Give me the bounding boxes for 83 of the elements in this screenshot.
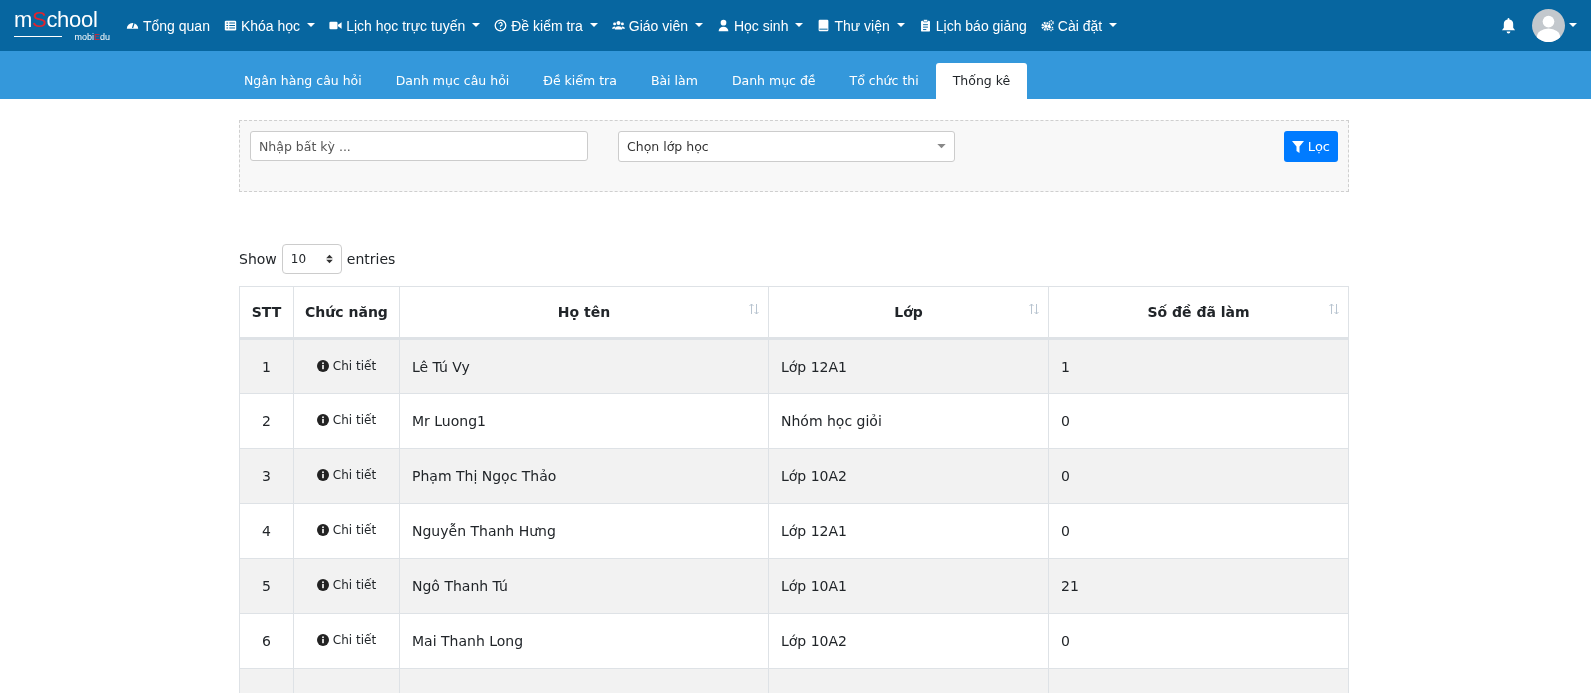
book-icon — [817, 19, 831, 32]
nav-menu-item[interactable]: Khóa học — [223, 17, 316, 34]
table-cell: 0 — [1048, 448, 1349, 504]
detail-link[interactable]: Chi tiết — [316, 523, 377, 537]
tab[interactable]: Ngân hàng câu hỏi — [227, 63, 379, 99]
sort-icon — [1028, 303, 1040, 315]
caret-icon[interactable] — [1569, 23, 1577, 28]
table-cell: 4 — [239, 503, 294, 559]
table-cell: 21 — [1048, 558, 1349, 614]
caret-icon — [1109, 23, 1118, 28]
table-cell: Nhóm học giỏi — [768, 393, 1049, 449]
bell-icon[interactable] — [1501, 17, 1516, 34]
nav-menu-item[interactable]: Cài đặt — [1040, 17, 1118, 34]
tab[interactable]: Bài làm — [633, 63, 715, 99]
filter-icon — [1291, 140, 1304, 153]
show-label: Show — [239, 251, 277, 267]
entries-label: entries — [346, 251, 396, 267]
nav-menu-item[interactable]: Học sinh — [716, 17, 804, 34]
up-down-caret-icon — [325, 254, 333, 264]
question-circle-icon — [494, 19, 508, 32]
nav-menu-item[interactable]: Tổng quan — [126, 17, 210, 34]
table-cell: Lớp 12A1 — [768, 338, 1049, 394]
info-icon — [316, 634, 329, 646]
table-cell: Nguyễn Thanh Hưng — [399, 503, 769, 559]
caret-icon — [472, 23, 481, 28]
detail-link[interactable]: Chi tiết — [316, 413, 377, 427]
detail-link[interactable]: Chi tiết — [316, 468, 377, 482]
table-cell: Lớp 12A1 — [768, 503, 1049, 559]
table-cell: Lớp 10A2 — [768, 613, 1049, 669]
caret-icon — [307, 23, 316, 28]
table-cell: 5 — [239, 558, 294, 614]
detail-link[interactable]: Chi tiết — [316, 358, 377, 373]
tab[interactable]: Đề kiểm tra — [526, 63, 634, 99]
caret-icon — [694, 23, 703, 28]
table-cell: 6 — [239, 613, 294, 669]
table-cell: Lớp 10A1 — [768, 558, 1049, 614]
video-camera-icon — [329, 19, 343, 32]
class-select[interactable]: Chọn lớp học — [618, 131, 955, 162]
filter-button[interactable]: Lọc — [1283, 131, 1338, 162]
nav-menu-item[interactable]: Lịch học trực tuyến — [329, 17, 481, 34]
table-cell: 2 — [239, 393, 294, 449]
sort-icon — [1328, 303, 1340, 315]
table-cell: 0 — [1048, 613, 1349, 669]
info-icon — [316, 414, 329, 426]
table-cell: Mai Thanh Long — [399, 613, 769, 669]
table-cell: Mr Luong1 — [399, 393, 769, 449]
nav-menu-item[interactable]: Giáo viên — [611, 17, 703, 34]
tab[interactable]: Danh mục đề — [714, 63, 833, 99]
tab[interactable]: Tổ chức thi — [832, 63, 936, 99]
table-cell: Lớp 10A2 — [768, 448, 1049, 504]
nav-menu-item[interactable]: Thư viện — [817, 17, 905, 34]
table-cell: Lê Tú Vy — [399, 338, 769, 394]
sort-icon — [748, 303, 760, 315]
table-cell: 0 — [1048, 393, 1349, 449]
nav-menu-item[interactable]: Đề kiểm tra — [494, 17, 598, 34]
logo[interactable]: mSchool mobiEdu — [14, 8, 110, 43]
caret-icon — [589, 23, 598, 28]
info-icon — [316, 469, 329, 481]
info-icon — [316, 524, 329, 536]
tab[interactable]: Danh mục câu hỏi — [378, 63, 527, 99]
entries-select[interactable]: 10 — [281, 244, 342, 274]
table-cell: Phạm Thị Ngọc Thảo — [399, 448, 769, 504]
search-field[interactable]: Nhập bất kỳ ... — [250, 131, 588, 161]
user-icon — [716, 19, 730, 32]
table-cell: 1 — [239, 338, 294, 394]
table-cell: Ngô Thanh Tú — [399, 558, 769, 614]
detail-link[interactable]: Chi tiết — [316, 578, 377, 592]
caret-icon — [937, 144, 946, 149]
table-cell: 0 — [1048, 503, 1349, 559]
caret-icon — [795, 23, 804, 28]
avatar-icon[interactable] — [1532, 9, 1565, 42]
users-icon — [611, 19, 625, 32]
table-cell: 1 — [1048, 338, 1349, 394]
caret-icon — [896, 23, 905, 28]
info-icon — [316, 579, 329, 591]
table-cell: 3 — [239, 448, 294, 504]
info-icon — [316, 359, 329, 372]
tab[interactable]: Thống kê — [935, 63, 1028, 99]
nav-menu-item[interactable]: Lịch báo giảng — [918, 17, 1027, 34]
detail-link[interactable]: Chi tiết — [316, 633, 377, 647]
clipboard-icon — [918, 19, 932, 32]
gears-icon — [1040, 19, 1054, 32]
list-icon — [223, 19, 237, 32]
